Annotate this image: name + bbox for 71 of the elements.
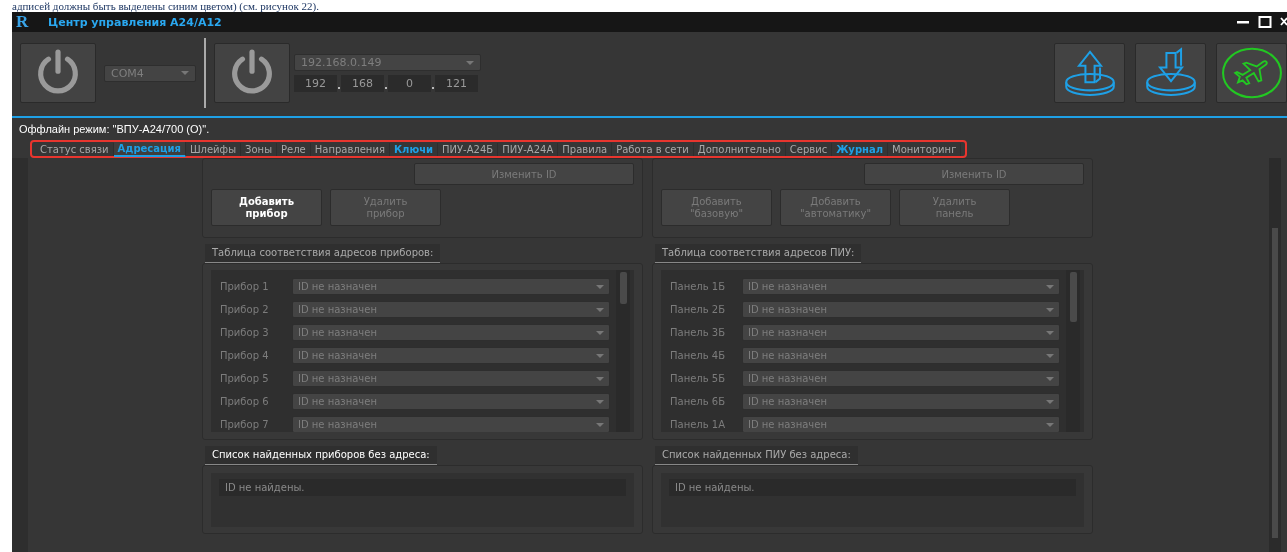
ip-octet-field[interactable]: 0: [388, 75, 431, 92]
tab[interactable]: Шлейфы: [185, 142, 242, 156]
caret-icon: [596, 376, 604, 381]
upload-button[interactable]: [1054, 43, 1125, 103]
found-list-field: ID не найдены.: [669, 479, 1076, 496]
row-label: Панель 3Б: [670, 327, 727, 338]
tab[interactable]: ПИУ-А24Б: [438, 142, 499, 156]
tab[interactable]: Сервис: [785, 142, 833, 156]
tab[interactable]: Работа в сети: [612, 142, 694, 156]
tab[interactable]: Реле: [277, 142, 311, 156]
ip-octet-field[interactable]: 192: [294, 75, 337, 92]
maximize-icon[interactable]: [1258, 15, 1272, 29]
tab[interactable]: Адресация: [113, 141, 186, 157]
power-button[interactable]: [214, 43, 290, 103]
download-button[interactable]: [1135, 43, 1206, 103]
caret-icon: [596, 353, 604, 358]
tab[interactable]: Мониторинг: [888, 142, 962, 156]
tab[interactable]: Дополнительно: [693, 142, 786, 156]
scrollbar[interactable]: [1269, 158, 1281, 552]
app-logo: R: [15, 13, 30, 31]
row-label: Прибор 1: [220, 281, 270, 292]
ip-octet-field[interactable]: 168: [341, 75, 384, 92]
caret-icon: [1046, 422, 1054, 427]
row-label: Панель 2Б: [670, 304, 727, 315]
tab[interactable]: Правила: [558, 142, 613, 156]
caret-icon: [466, 60, 474, 65]
tab[interactable]: Ключи: [389, 142, 438, 156]
action-button[interactable]: Добавить прибор: [211, 189, 322, 226]
row-label: Прибор 5: [220, 373, 270, 384]
group-header: Список найденных ПИУ без адреса:: [655, 446, 858, 465]
document-text: адписей должны быть выделены синим цветом) (см. рисунок 22).: [11, 0, 320, 12]
tab[interactable]: ПИУ-А24А: [498, 142, 559, 156]
port-dropdown[interactable]: COM4: [104, 64, 196, 82]
tab[interactable]: Статус связи: [36, 142, 114, 156]
group-header: Список найденных приборов без адреса:: [205, 446, 437, 465]
list-scrollbar[interactable]: [616, 270, 630, 432]
row-label: Прибор 7: [220, 419, 270, 430]
row-label: Панель 4Б: [670, 350, 727, 361]
caret-icon: [181, 71, 189, 75]
group-header: Таблица соответствия адресов приборов:: [205, 244, 441, 263]
airplane-button[interactable]: [1216, 43, 1287, 103]
row-label: Панель 6Б: [670, 396, 727, 407]
row-label: Прибор 4: [220, 350, 270, 361]
power-button[interactable]: [20, 43, 96, 103]
ip-octet-field[interactable]: 121: [435, 75, 478, 92]
tab[interactable]: Направления: [310, 142, 390, 156]
caret-icon: [596, 399, 604, 404]
row-label: Прибор 6: [220, 396, 270, 407]
caret-icon: [1046, 307, 1054, 312]
tab[interactable]: Журнал: [832, 142, 889, 156]
row-label: Панель 5Б: [670, 373, 727, 384]
caret-icon: [1046, 284, 1054, 289]
row-label: Панель 1А: [670, 419, 726, 430]
caret-icon: [596, 330, 604, 335]
caret-icon: [1046, 376, 1054, 381]
row-label: Панель 1Б: [670, 281, 727, 292]
ip-dropdown[interactable]: 192.168.0.149: [294, 54, 481, 71]
group-header: Таблица соответствия адресов ПИУ:: [655, 244, 862, 263]
caret-icon: [596, 307, 604, 312]
status-text: Оффлайн режим: "ВПУ-А24/700 (О)".: [18, 122, 211, 137]
row-label: Прибор 3: [220, 327, 270, 338]
caret-icon: [596, 284, 604, 289]
caret-icon: [1046, 399, 1054, 404]
window-title: Центр управления А24/А12: [48, 15, 222, 29]
found-list-field: ID не найдены.: [219, 479, 626, 496]
row-label: Прибор 2: [220, 304, 270, 315]
caret-icon: [1046, 353, 1054, 358]
list-scrollbar[interactable]: [1066, 270, 1080, 432]
tab[interactable]: Зоны: [241, 142, 278, 156]
caret-icon: [1046, 330, 1054, 335]
caret-icon: [596, 422, 604, 427]
